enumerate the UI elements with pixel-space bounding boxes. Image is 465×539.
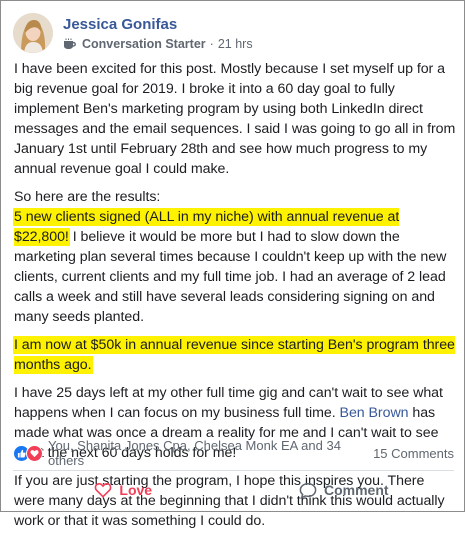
comment-icon	[299, 482, 317, 499]
paragraph-results: 5 new clients signed (ALL in my niche) w…	[14, 207, 456, 327]
comment-button-label: Comment	[323, 482, 389, 498]
coffee-cup-icon	[64, 38, 76, 49]
comments-count[interactable]: 15 Comments	[373, 446, 454, 461]
mention-link[interactable]: Ben Brown	[340, 405, 409, 421]
post-header: Jessica Gonifas Conversation Starter · 2…	[13, 11, 253, 55]
author-name[interactable]: Jessica Gonifas	[63, 15, 253, 34]
avatar-image	[13, 13, 53, 53]
paragraph-revenue: I am now at $50k in annual revenue since…	[14, 335, 456, 375]
comment-button[interactable]: Comment	[234, 473, 455, 507]
post-subline: Conversation Starter · 21 hrs	[63, 37, 253, 51]
reaction-icons[interactable]	[13, 444, 43, 462]
divider	[13, 470, 454, 471]
love-button-label: Love	[119, 482, 153, 498]
post-time[interactable]: 21 hrs	[218, 37, 253, 51]
heart-icon	[95, 483, 112, 498]
post-meta: Jessica Gonifas Conversation Starter · 2…	[63, 15, 253, 51]
paragraph-results-heading: So here are the results:	[14, 189, 161, 205]
post-card: Jessica Gonifas Conversation Starter · 2…	[0, 0, 465, 529]
badge-label[interactable]: Conversation Starter	[82, 37, 206, 51]
avatar[interactable]	[13, 13, 53, 53]
love-icon	[26, 444, 43, 462]
reactions-bar: You, Shanita Jones Cpa, Chelsea Monk EA …	[13, 438, 454, 468]
reactions-summary[interactable]: You, Shanita Jones Cpa, Chelsea Monk EA …	[48, 438, 373, 468]
separator-dot: ·	[209, 37, 214, 51]
love-button[interactable]: Love	[13, 473, 234, 507]
highlight-revenue: I am now at $50k in annual revenue since…	[14, 337, 455, 373]
paragraph-intro: I have been excited for this post. Mostl…	[14, 61, 456, 177]
paragraph-results-rest: I believe it would be more but I had to …	[14, 229, 447, 325]
action-bar: Love Comment	[13, 473, 454, 507]
